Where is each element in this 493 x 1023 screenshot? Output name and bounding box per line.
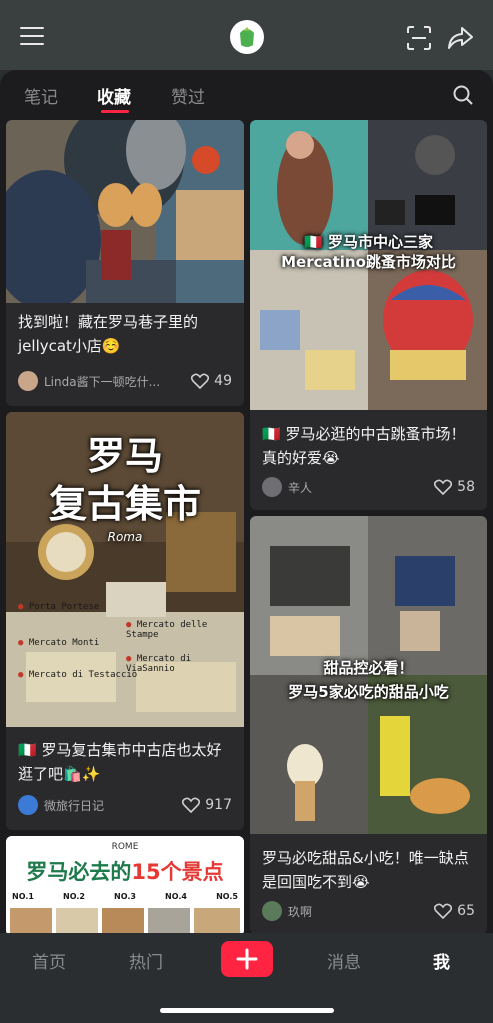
bottom-nav: 首页 热门 消息 我 xyxy=(0,933,493,1023)
note-cover-image: 甜品控必看！ 罗马5家必吃的甜品小吃 xyxy=(250,516,487,834)
like-button[interactable]: 58 xyxy=(434,479,475,495)
note-meta: Linda酱下一顿吃什... 49 xyxy=(18,370,232,392)
heart-icon xyxy=(182,797,201,813)
like-count: 49 xyxy=(214,373,232,389)
like-button[interactable]: 65 xyxy=(434,903,475,919)
share-icon[interactable] xyxy=(446,24,474,52)
author-name[interactable]: Linda酱下一顿吃什... xyxy=(44,373,183,390)
avatar[interactable] xyxy=(18,795,38,815)
nav-me[interactable]: 我 xyxy=(433,948,450,973)
map-label: ● Porta Portese xyxy=(18,602,100,612)
like-count: 58 xyxy=(457,479,475,495)
search-icon[interactable] xyxy=(452,84,474,106)
note-card[interactable]: ROME 罗马必去的15个景点 NO.1 NO.2 NO.3 NO.4 NO.5 xyxy=(6,836,244,933)
note-title: 🇮🇹 罗马复古集市中古店也太好逛了吧🛍️✨ xyxy=(18,741,222,783)
avatar[interactable] xyxy=(18,371,38,391)
heart-icon xyxy=(434,903,453,919)
note-title: 罗马必吃甜品&小吃！唯一缺点是回国吃不到😭 xyxy=(262,849,469,891)
map-label: ● Mercato Monti xyxy=(18,638,100,648)
cover-numbers: NO.1 NO.2 NO.3 NO.4 NO.5 xyxy=(12,892,238,901)
note-cover-image xyxy=(6,120,244,303)
avatar[interactable] xyxy=(262,477,282,497)
menu-icon[interactable] xyxy=(20,27,44,47)
note-title: 找到啦！藏在罗马巷子里的jellycat小店☺️ xyxy=(18,313,199,355)
cover-header: ROME xyxy=(111,842,139,852)
note-card[interactable]: 🇮🇹 罗马市中心三家 Mercatino跳蚤市场对比 🇮🇹 罗马必逛的中古跳蚤市… xyxy=(250,120,487,510)
nav-hot[interactable]: 热门 xyxy=(129,948,163,973)
map-label: ● Mercato delle Stampe xyxy=(126,620,208,640)
note-cover-image: ROME 罗马必去的15个景点 NO.1 NO.2 NO.3 NO.4 NO.5 xyxy=(6,836,244,933)
cover-overlay-text: 🇮🇹 罗马市中心三家 Mercatino跳蚤市场对比 xyxy=(281,233,456,271)
active-tab-indicator xyxy=(101,110,129,113)
home-indicator[interactable] xyxy=(160,1008,334,1013)
note-card[interactable]: 甜品控必看！ 罗马5家必吃的甜品小吃 罗马必吃甜品&小吃！唯一缺点是回国吃不到😭… xyxy=(250,516,487,933)
tab-notes[interactable]: 笔记 xyxy=(24,83,58,108)
plus-icon xyxy=(236,948,258,970)
nav-home[interactable]: 首页 xyxy=(32,948,66,973)
avatar[interactable] xyxy=(262,901,282,921)
cover-overlay-subtitle: Roma xyxy=(107,530,143,544)
create-post-button[interactable] xyxy=(221,941,273,977)
note-card[interactable]: 找到啦！藏在罗马巷子里的jellycat小店☺️ Linda酱下一顿吃什... … xyxy=(6,120,244,406)
note-cover-image: 🇮🇹 罗马市中心三家 Mercatino跳蚤市场对比 xyxy=(250,120,487,410)
note-cover-image: 罗马 复古集市 Roma ● Porta Portese ● Mercato d… xyxy=(6,412,244,727)
cover-overlay-title: 罗马必去的15个景点 xyxy=(26,860,224,884)
heart-icon xyxy=(191,373,210,389)
like-count: 65 xyxy=(457,903,475,919)
author-name[interactable]: 玖啊 xyxy=(288,903,426,920)
like-count: 917 xyxy=(205,797,232,813)
content-panel: 笔记 收藏 赞过 找到啦！藏在罗马巷子里的jellycat小店☺️ Linda酱… xyxy=(0,70,493,933)
scan-icon[interactable] xyxy=(406,25,432,51)
heart-icon xyxy=(434,479,453,495)
note-title: 🇮🇹 罗马必逛的中古跳蚤市场！真的好爱😭 xyxy=(262,425,466,467)
cover-overlay-title: 罗马 复古集市 xyxy=(48,433,201,526)
app-logo-icon[interactable] xyxy=(230,20,264,54)
author-name[interactable]: 微旅行日记 xyxy=(44,797,174,814)
author-name[interactable]: 辛人 xyxy=(288,479,426,496)
top-bar xyxy=(0,0,493,70)
note-meta: 玖啊 65 xyxy=(262,900,475,922)
like-button[interactable]: 917 xyxy=(182,797,232,813)
tab-favorites[interactable]: 收藏 xyxy=(97,83,131,108)
note-meta: 辛人 58 xyxy=(262,476,475,498)
note-meta: 微旅行日记 917 xyxy=(18,794,232,816)
map-label: ● Mercato di Testaccio xyxy=(18,670,138,680)
map-label: ● Mercato di ViaSannio xyxy=(126,654,192,674)
cover-overlay-text: 甜品控必看！ 罗马5家必吃的甜品小吃 xyxy=(288,659,449,701)
note-card[interactable]: 罗马 复古集市 Roma ● Porta Portese ● Mercato d… xyxy=(6,412,244,830)
tab-liked[interactable]: 赞过 xyxy=(171,83,205,108)
nav-messages[interactable]: 消息 xyxy=(327,948,361,973)
like-button[interactable]: 49 xyxy=(191,373,232,389)
tab-bar: 笔记 收藏 赞过 xyxy=(0,70,493,120)
